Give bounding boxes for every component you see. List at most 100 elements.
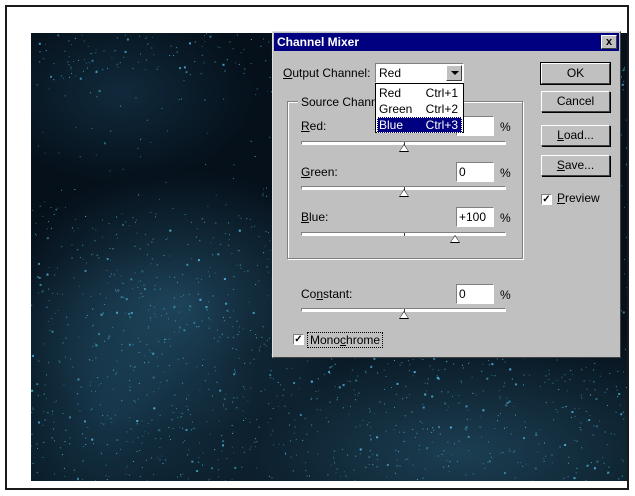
speckle-dot xyxy=(48,267,50,268)
save-button[interactable]: Save... xyxy=(541,155,610,176)
green-field[interactable]: 0 xyxy=(456,162,494,182)
speckle-dot xyxy=(191,460,194,463)
speckle-dot xyxy=(622,311,625,314)
speckle-dot xyxy=(395,449,397,451)
speckle-dot xyxy=(225,480,227,481)
speckle-dot xyxy=(100,382,102,384)
speckle-dot xyxy=(159,199,160,200)
speckle-dot xyxy=(589,415,591,417)
speckle-dot xyxy=(260,45,262,47)
speckle-dot xyxy=(150,141,152,143)
speckle-dot xyxy=(221,333,223,335)
speckle-dot xyxy=(38,421,41,424)
speckle-dot xyxy=(215,370,217,372)
speckle-dot xyxy=(166,380,168,382)
dropdown-item-blue[interactable]: Blue Ctrl+3 xyxy=(377,117,462,133)
speckle-dot xyxy=(212,409,214,411)
speckle-dot xyxy=(167,237,168,239)
speckle-dot xyxy=(71,72,73,74)
blue-field[interactable]: +100 xyxy=(456,207,494,227)
speckle-dot xyxy=(315,391,317,392)
speckle-dot xyxy=(196,366,198,368)
speckle-dot xyxy=(624,206,625,208)
speckle-dot xyxy=(217,46,219,48)
speckle-dot xyxy=(491,363,494,366)
speckle-dot xyxy=(225,204,227,206)
green-slider-thumb[interactable] xyxy=(398,189,409,197)
speckle-dot xyxy=(349,380,351,382)
cancel-button[interactable]: Cancel xyxy=(541,91,610,112)
speckle-dot xyxy=(223,320,225,322)
speckle-dot xyxy=(448,471,450,473)
chevron-down-icon[interactable] xyxy=(446,65,462,81)
speckle-dot xyxy=(214,366,216,368)
speckle-dot xyxy=(250,330,251,331)
speckle-dot xyxy=(552,382,554,384)
speckle-dot xyxy=(255,334,257,335)
constant-field[interactable]: 0 xyxy=(456,284,494,304)
speckle-dot xyxy=(43,201,45,203)
speckle-dot xyxy=(196,228,198,230)
preview-label[interactable]: Preview xyxy=(557,191,600,205)
speckle-dot xyxy=(44,419,46,421)
speckle-dot xyxy=(539,385,541,387)
load-button[interactable]: Load... xyxy=(541,125,610,146)
speckle-dot xyxy=(503,472,506,475)
speckle-dot xyxy=(293,382,296,385)
blue-slider-track[interactable] xyxy=(301,232,506,236)
output-channel-value: Red xyxy=(379,66,402,80)
speckle-dot xyxy=(107,67,108,69)
speckle-dot xyxy=(291,394,292,396)
speckle-dot xyxy=(125,298,128,301)
preview-checkbox[interactable]: ✓ xyxy=(541,194,552,205)
speckle-dot xyxy=(157,429,159,431)
blue-slider-thumb[interactable] xyxy=(449,235,460,243)
speckle-dot xyxy=(95,154,97,156)
monochrome-label[interactable]: Monochrome xyxy=(307,332,384,348)
speckle-dot xyxy=(133,400,135,402)
speckle-dot xyxy=(55,400,57,402)
red-slider-thumb[interactable] xyxy=(398,144,409,152)
speckle-dot xyxy=(79,410,81,412)
speckle-dot xyxy=(158,341,160,343)
dropdown-item-red[interactable]: Red Ctrl+1 xyxy=(377,85,462,101)
speckle-dot xyxy=(224,70,226,72)
speckle-dot xyxy=(140,53,141,55)
speckle-dot xyxy=(51,413,53,415)
speckle-dot xyxy=(61,246,63,248)
speckle-dot xyxy=(126,431,128,433)
constant-slider-thumb[interactable] xyxy=(398,311,409,319)
close-button[interactable]: x xyxy=(601,35,617,49)
speckle-dot xyxy=(150,263,152,265)
output-channel-select[interactable]: Red xyxy=(375,63,464,83)
speckle-dot xyxy=(172,428,174,430)
speckle-dot xyxy=(129,389,131,391)
speckle-dot xyxy=(56,293,58,295)
speckle-dot xyxy=(178,311,180,313)
speckle-dot xyxy=(258,350,260,352)
speckle-dot xyxy=(39,283,42,286)
speckle-dot xyxy=(38,262,40,265)
monochrome-checkbox[interactable]: ✓ xyxy=(293,334,304,345)
ok-button[interactable]: OK xyxy=(540,62,611,85)
speckle-dot xyxy=(277,405,279,407)
speckle-dot xyxy=(412,358,414,360)
speckle-dot xyxy=(506,397,508,399)
speckle-dot xyxy=(250,446,252,448)
speckle-dot xyxy=(404,415,406,417)
speckle-dot xyxy=(311,424,313,426)
speckle-dot xyxy=(81,34,83,36)
dialog-titlebar[interactable]: Channel Mixer x xyxy=(274,33,619,51)
dropdown-item-green[interactable]: Green Ctrl+2 xyxy=(377,101,462,117)
speckle-dot xyxy=(304,417,306,419)
speckle-dot xyxy=(394,406,395,408)
speckle-dot xyxy=(137,287,139,288)
speckle-dot xyxy=(125,474,127,475)
speckle-dot xyxy=(136,219,138,221)
speckle-dot xyxy=(110,259,112,261)
speckle-dot xyxy=(73,277,75,279)
speckle-dot xyxy=(620,310,622,312)
speckle-dot xyxy=(114,50,116,51)
speckle-dot xyxy=(211,395,213,397)
speckle-dot xyxy=(462,367,464,369)
